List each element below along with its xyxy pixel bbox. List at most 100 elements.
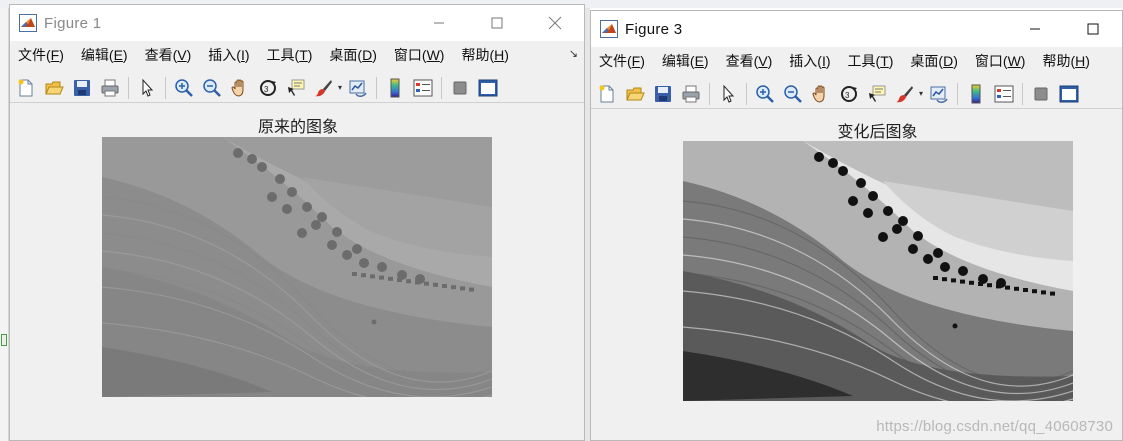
menu-item[interactable]: 桌面(D) [329,45,376,65]
menu-item[interactable]: 文件(F) [18,45,64,65]
menu-item-label: 桌面( [910,53,944,69]
maximize-button[interactable] [468,5,526,41]
original-image-axes[interactable] [102,137,492,397]
menu-item-accel: W [426,47,440,63]
save-tool[interactable] [70,76,94,100]
menu-item-label: 查看( [725,53,759,69]
svg-text:3: 3 [845,91,850,100]
menu-item[interactable]: 帮助(H) [1042,51,1089,71]
menu-item[interactable]: 工具(T) [848,51,894,71]
data-cursor-tool[interactable] [284,76,308,100]
menu-item-close: ) [244,47,250,63]
menu-item[interactable]: 插入(I) [208,45,249,65]
dock-arrow-icon[interactable]: ↘ [569,47,578,60]
matlab-logo-icon [19,14,37,32]
title-bar[interactable]: Figure 1 [10,5,584,41]
brush-tool[interactable] [312,76,336,100]
print-tool[interactable] [98,76,122,100]
colorbar-icon [966,84,986,104]
figure-toolbar: 3 ▾ [591,79,1122,109]
print-tool[interactable] [679,82,703,106]
close-button[interactable] [526,5,584,41]
colorbar-tool[interactable] [383,76,407,100]
menu-item[interactable]: 桌面(D) [910,51,957,71]
rotate-3d-tool[interactable]: 3 [837,82,861,106]
menu-item-label: 文件( [599,53,632,69]
brush-tool[interactable] [893,82,917,106]
brush-dropdown-icon[interactable]: ▾ [917,82,925,106]
menu-item[interactable]: 文件(F) [599,51,645,71]
menu-item-close: ) [372,47,377,63]
show-plot-tools-tool[interactable] [1057,82,1081,106]
toolbar-separator [1022,82,1023,105]
maximize-button[interactable] [1064,11,1122,47]
open-file-icon [625,84,645,104]
title-bar[interactable]: Figure 3 [591,11,1122,47]
open-file-tool[interactable] [623,82,647,106]
menu-item-accel: V [758,53,768,69]
pan-hand-tool[interactable] [228,76,252,100]
hide-plot-tools-icon [1031,84,1051,104]
menu-item-accel: V [177,47,187,63]
menu-item-close: ) [1085,53,1090,69]
minimize-icon [433,17,445,29]
hide-plot-tools-tool[interactable] [1029,82,1053,106]
print-icon [100,78,120,98]
legend-tool[interactable] [992,82,1016,106]
minimize-button[interactable] [410,5,468,41]
zoom-out-tool[interactable] [200,76,224,100]
pan-hand-icon [230,78,250,98]
link-plot-tool[interactable] [927,82,951,106]
menu-item-label: 插入( [789,53,822,69]
select-arrow-tool[interactable] [716,82,740,106]
rotate-3d-icon: 3 [258,78,278,98]
brush-icon [314,78,334,98]
brush-dropdown-icon[interactable]: ▾ [336,76,344,100]
toolbar-separator [376,76,377,99]
zoom-in-tool[interactable] [753,82,777,106]
link-plot-icon [348,78,368,98]
open-file-icon [44,78,64,98]
pan-hand-tool[interactable] [809,82,833,106]
show-plot-tools-tool[interactable] [476,76,500,100]
minimize-button[interactable] [1006,11,1064,47]
hide-plot-tools-tool[interactable] [448,76,472,100]
menu-item-accel: H [1075,53,1086,69]
zoom-out-icon [783,84,803,104]
show-plot-tools-icon [1059,84,1079,104]
select-arrow-tool[interactable] [135,76,159,100]
link-plot-tool[interactable] [346,76,370,100]
rotate-3d-tool[interactable]: 3 [256,76,280,100]
menu-item[interactable]: 编辑(E) [662,51,709,71]
colorbar-icon [385,78,405,98]
menu-item[interactable]: 查看(V) [145,45,192,65]
menu-item-accel: H [494,47,505,63]
save-tool[interactable] [651,82,675,106]
new-figure-tool[interactable] [595,82,619,106]
data-cursor-tool[interactable] [865,82,889,106]
open-file-tool[interactable] [42,76,66,100]
new-figure-tool[interactable] [14,76,38,100]
menu-item[interactable]: 插入(I) [789,51,830,71]
menu-item[interactable]: 窗口(W) [975,51,1026,71]
menu-bar: 文件(F) 编辑(E) 查看(V) 插入(I) 工具(T) 桌面(D) 窗口(W) 帮助(H) [591,49,1122,73]
menu-item[interactable]: 窗口(W) [394,45,445,65]
zoom-out-tool[interactable] [781,82,805,106]
menu-item[interactable]: 工具(T) [267,45,313,65]
menu-item[interactable]: 编辑(E) [81,45,128,65]
menu-item-accel: E [113,47,123,63]
new-figure-icon [597,84,617,104]
window-title: Figure 1 [44,14,102,32]
menu-item[interactable]: 帮助(H) [461,45,508,65]
legend-tool[interactable] [411,76,435,100]
select-arrow-icon [718,84,738,104]
menu-item-close: ) [640,53,645,69]
landscape-image [102,137,492,397]
colorbar-tool[interactable] [964,82,988,106]
zoom-in-tool[interactable] [172,76,196,100]
menu-item[interactable]: 查看(V) [726,51,773,71]
maximize-icon [491,17,503,29]
brush-icon [895,84,915,104]
transformed-image-axes[interactable] [683,141,1073,401]
toolbar-separator [128,76,129,99]
